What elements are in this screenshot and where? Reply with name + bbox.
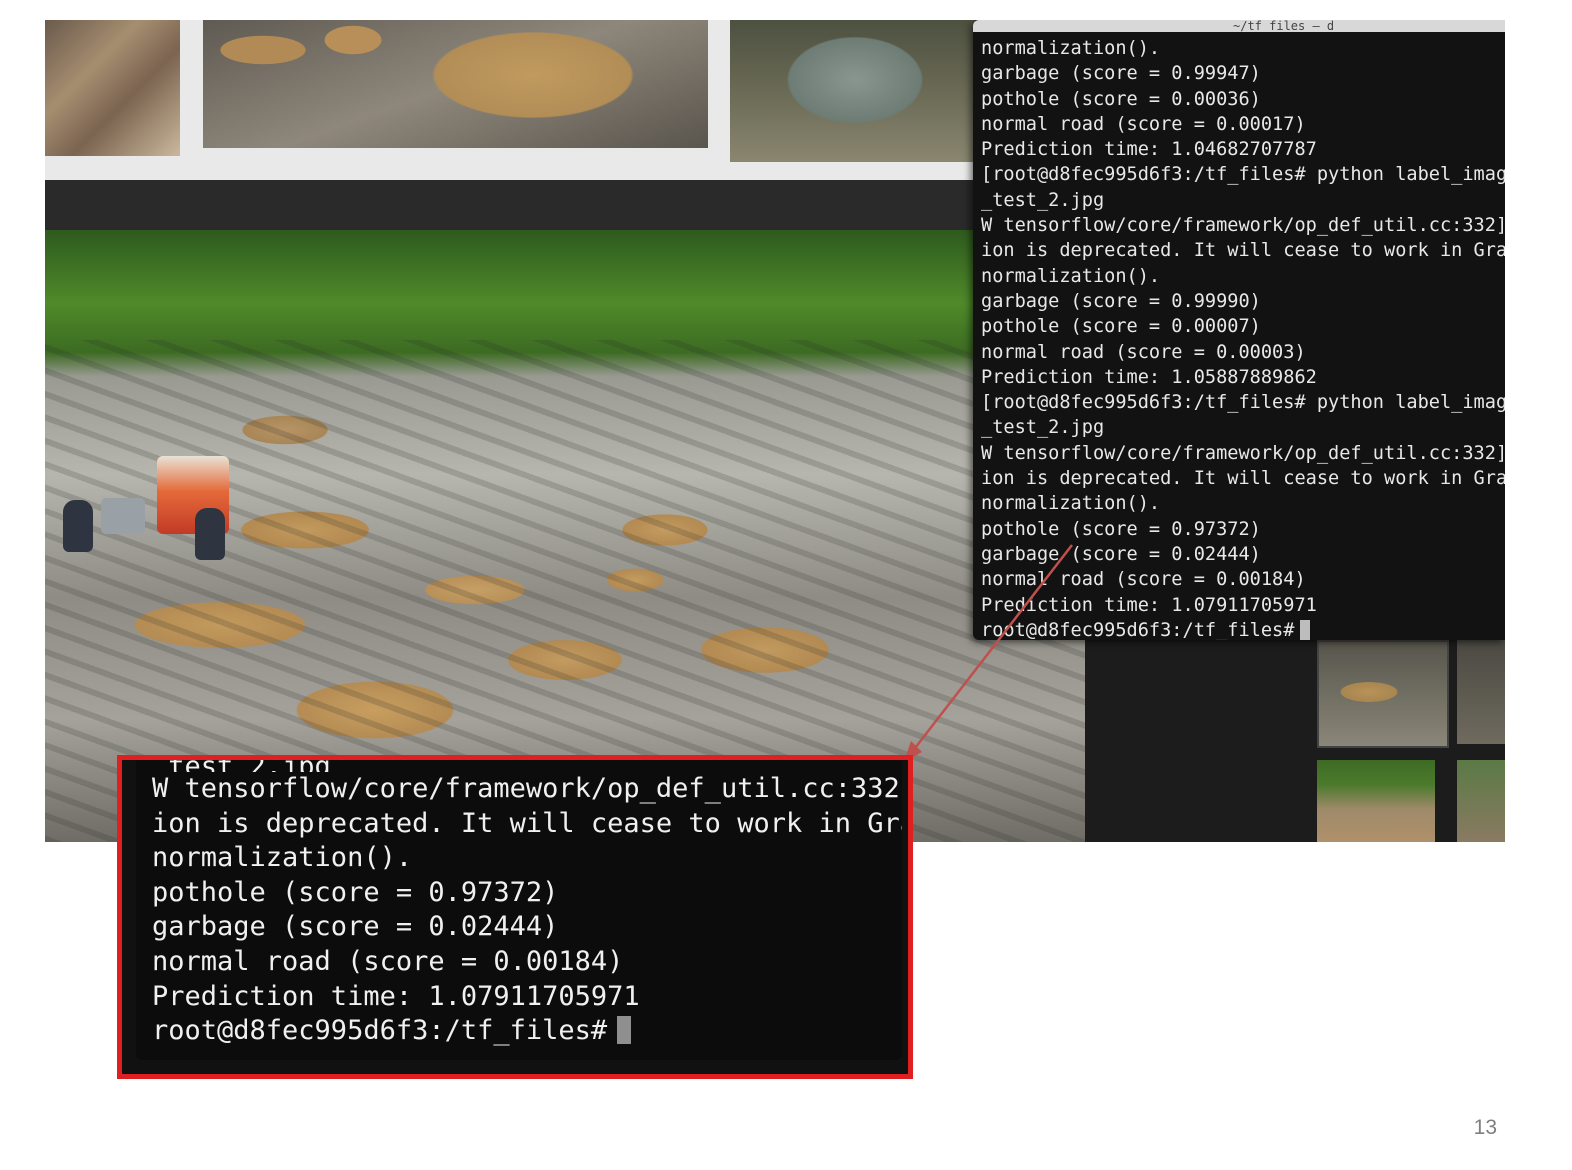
terminal-line: normal road (score = 0.00017) xyxy=(981,113,1306,135)
image-browser-area xyxy=(1085,620,1505,842)
terminal-line: garbage (score = 0.99990) xyxy=(981,290,1261,312)
terminal-line: normal road (score = 0.00184) xyxy=(981,569,1306,591)
terminal-line: [root@d8fec995d6f3:/tf_files# python lab… xyxy=(981,392,1505,414)
terminal-line: ion is deprecated. It will cease to work… xyxy=(981,240,1505,262)
thumbnail-image xyxy=(45,20,180,156)
thumbnail-image xyxy=(730,20,975,162)
terminal-line: W tensorflow/core/framework/op_def_util.… xyxy=(981,442,1505,464)
terminal-line: normalization(). xyxy=(981,493,1161,515)
callout-line: W tensorflow/core/framework/op_def_util.… xyxy=(152,773,902,804)
mini-thumbnail[interactable] xyxy=(1317,640,1449,748)
mini-thumbnail[interactable] xyxy=(1317,760,1435,842)
road-scene-image xyxy=(45,230,1085,842)
cursor-block xyxy=(617,1016,632,1045)
terminal-line: normalization(). xyxy=(981,38,1161,59)
callout-prompt-line: root@d8fec995d6f3:/tf_files# xyxy=(136,1014,902,1049)
terminal-line: [root@d8fec995d6f3:/tf_files# python lab… xyxy=(981,164,1505,186)
terminal-line: normalization(). xyxy=(981,265,1161,287)
car-shape xyxy=(101,498,145,534)
callout-prompt: root@d8fec995d6f3:/tf_files# xyxy=(152,1015,608,1047)
cursor-block xyxy=(1300,619,1311,640)
callout-terminal: _test_2.jpg W tensorflow/core/framework/… xyxy=(136,760,902,1060)
terminal-line: Prediction time: 1.04682707787 xyxy=(981,139,1317,161)
terminal-line: ion is deprecated. It will cease to work… xyxy=(981,468,1505,490)
callout-line: ion is deprecated. It will cease to work… xyxy=(152,807,902,839)
terminal-line: garbage (score = 0.99947) xyxy=(981,63,1261,85)
callout-line: pothole (score = 0.97372) xyxy=(152,876,559,908)
mini-thumbnail[interactable] xyxy=(1457,760,1505,842)
page-number: 13 xyxy=(1473,1116,1497,1139)
terminal-line: Prediction time: 1.07911705971 xyxy=(981,594,1317,616)
terminal-line: pothole (score = 0.00036) xyxy=(981,88,1261,110)
zoomed-output-callout: _test_2.jpg W tensorflow/core/framework/… xyxy=(117,755,913,1079)
thumbnail-strip xyxy=(45,20,975,180)
terminal-line: pothole (score = 0.97372) xyxy=(981,518,1261,540)
motorbike-shape xyxy=(63,500,93,552)
terminal-output: normalization(). garbage (score = 0.9994… xyxy=(973,32,1505,640)
terminal-prompt-line[interactable]: root@d8fec995d6f3:/tf_files# xyxy=(981,618,1505,640)
callout-cut-line: _test_2.jpg xyxy=(136,760,902,772)
pothole-photo: ~/tf_files — d normalization(). garbage … xyxy=(45,20,1505,842)
terminal-line: pothole (score = 0.00007) xyxy=(981,316,1261,338)
terminal-window[interactable]: ~/tf_files — d normalization(). garbage … xyxy=(973,20,1505,640)
callout-line: garbage (score = 0.02444) xyxy=(152,911,559,943)
thumbnail-image xyxy=(203,20,708,148)
mini-thumbnail[interactable] xyxy=(1457,640,1505,744)
terminal-prompt: root@d8fec995d6f3:/tf_files# xyxy=(981,619,1295,640)
callout-line: normal road (score = 0.00184) xyxy=(152,945,624,977)
callout-line: normalization(). xyxy=(152,842,413,874)
terminal-line: garbage (score = 0.02444) xyxy=(981,543,1261,565)
motorbike-shape xyxy=(195,508,225,560)
terminal-line: _test_2.jpg xyxy=(981,189,1105,211)
terminal-line: _test_2.jpg xyxy=(981,417,1105,439)
terminal-line: W tensorflow/core/framework/op_def_util.… xyxy=(981,215,1505,237)
terminal-line: normal road (score = 0.00003) xyxy=(981,341,1306,363)
terminal-line: Prediction time: 1.05887889862 xyxy=(981,366,1317,388)
terminal-titlebar: ~/tf_files — d xyxy=(973,20,1505,32)
callout-line: Prediction time: 1.07911705971 xyxy=(152,980,640,1012)
